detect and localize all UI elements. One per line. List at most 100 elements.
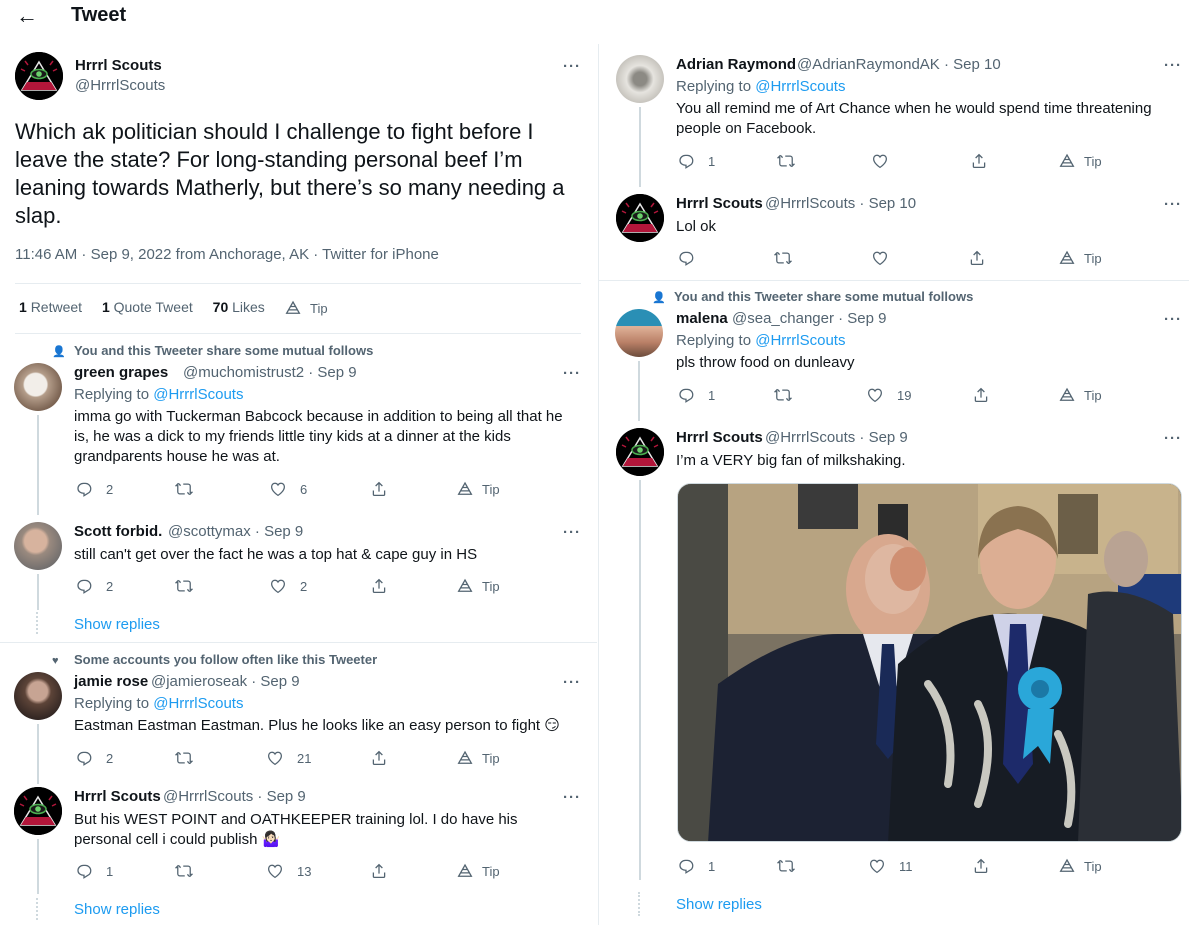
like-icon [868,857,886,875]
retweet-button[interactable] [774,386,792,404]
avatar[interactable] [616,55,664,103]
like-button[interactable]: 21 [266,749,311,767]
author-name[interactable]: Hrrrl Scouts [75,57,162,74]
share-button[interactable] [370,749,388,767]
tip-button[interactable]: Tip [456,480,500,498]
retweets-stat[interactable]: 1 Retweet [19,299,82,315]
more-options-icon[interactable]: ··· [563,674,581,691]
avatar[interactable] [14,787,62,835]
show-replies-link[interactable]: Show replies [676,896,762,913]
retweets-count: 1 [19,299,27,315]
replying-to-link[interactable]: @HrrrlScouts [755,78,845,95]
share-button[interactable] [370,577,388,595]
retweet-button[interactable] [777,152,795,170]
share-button[interactable] [970,152,988,170]
avatar[interactable] [616,428,664,476]
more-options-icon[interactable]: ··· [1164,430,1182,447]
tip-button[interactable]: Tip [1058,249,1102,267]
share-button[interactable] [972,857,990,875]
reply-count: 1 [708,153,716,169]
back-arrow-icon[interactable]: ← [14,2,40,30]
retweet-button[interactable] [175,749,193,767]
tip-icon [456,480,474,498]
avatar[interactable] [14,672,62,720]
tip-button[interactable]: Tip [284,299,328,317]
author-handle[interactable]: @jamieroseak · Sep 9 [151,673,300,690]
reply-button[interactable]: 1 [677,152,715,170]
more-options-icon[interactable]: ··· [1164,311,1182,328]
tip-button[interactable]: Tip [1058,386,1102,404]
tip-button[interactable]: Tip [456,749,500,767]
tweet-image[interactable] [677,483,1182,842]
author-handle[interactable]: @HrrrlScouts · Sep 9 [765,429,908,446]
avatar[interactable] [14,363,62,411]
avatar[interactable] [616,194,664,242]
author-handle[interactable]: @sea_changer · Sep 9 [732,310,887,327]
tip-button[interactable]: Tip [1058,857,1102,875]
author-name[interactable]: jamie rose [74,673,148,690]
author-handle[interactable]: @HrrrlScouts [75,77,165,94]
author-handle[interactable]: @scottymax · Sep 9 [168,523,303,540]
like-button[interactable]: 11 [868,857,913,875]
author-handle[interactable]: @HrrrlScouts · Sep 9 [163,788,306,805]
more-options-icon[interactable]: ··· [1164,196,1182,213]
show-replies-link[interactable]: Show replies [74,616,160,633]
retweet-button[interactable] [777,857,795,875]
more-options-icon[interactable]: ··· [563,789,581,806]
author-name[interactable]: Hrrrl Scouts [676,195,763,212]
retweet-button[interactable] [175,480,193,498]
show-replies-link[interactable]: Show replies [74,901,160,918]
like-button[interactable]: 6 [269,480,307,498]
reply-button[interactable] [677,249,695,267]
share-button[interactable] [968,249,986,267]
share-button[interactable] [370,480,388,498]
like-button[interactable]: 2 [269,577,307,595]
reply-button[interactable]: 1 [677,857,715,875]
author-name[interactable]: malena [676,310,728,327]
like-button[interactable] [871,152,889,170]
person-icon: 👤 [652,292,666,304]
avatar[interactable] [14,522,62,570]
avatar[interactable] [15,52,63,100]
replying-to-link[interactable]: @HrrrlScouts [153,386,243,403]
reply-button[interactable]: 2 [75,749,113,767]
avatar[interactable] [615,309,663,357]
retweet-button[interactable] [175,577,193,595]
quotes-stat[interactable]: 1 Quote Tweet [102,299,193,315]
reply-count: 1 [708,387,716,403]
reply-button[interactable]: 1 [75,862,113,880]
tip-button[interactable]: Tip [1058,152,1102,170]
reply-button[interactable]: 2 [75,577,113,595]
retweet-button[interactable] [175,862,193,880]
like-icon [871,152,889,170]
more-options-icon[interactable]: ··· [1164,57,1182,74]
reply-button[interactable]: 1 [677,386,715,404]
reply-button[interactable]: 2 [75,480,113,498]
more-options-icon[interactable]: ··· [563,365,581,382]
likes-stat[interactable]: 70 Likes [213,299,265,315]
share-button[interactable] [972,386,990,404]
like-button[interactable]: 19 [866,386,911,404]
author-name[interactable]: green grapes [74,364,168,381]
share-icon [370,749,388,767]
reply-count: 1 [106,863,114,879]
author-name[interactable]: Hrrrl Scouts [74,788,161,805]
tip-button[interactable]: Tip [456,862,500,880]
share-icon [370,480,388,498]
like-icon [866,386,884,404]
share-button[interactable] [370,862,388,880]
author-name[interactable]: Scott forbid. [74,523,162,540]
replying-to-link[interactable]: @HrrrlScouts [153,695,243,712]
author-name[interactable]: Adrian Raymond [676,56,796,73]
author-handle[interactable]: @AdrianRaymondAK · Sep 10 [797,56,1001,73]
replying-to-link[interactable]: @HrrrlScouts [755,332,845,349]
like-button[interactable] [871,249,889,267]
tip-button[interactable]: Tip [456,577,500,595]
like-button[interactable]: 13 [266,862,311,880]
author-handle[interactable]: @HrrrlScouts · Sep 10 [765,195,916,212]
more-options-icon[interactable]: ··· [563,524,581,541]
author-name[interactable]: Hrrrl Scouts [676,429,763,446]
author-handle[interactable]: @muchomistrust2 · Sep 9 [183,364,357,381]
more-options-icon[interactable]: ··· [563,58,581,75]
retweet-button[interactable] [774,249,792,267]
